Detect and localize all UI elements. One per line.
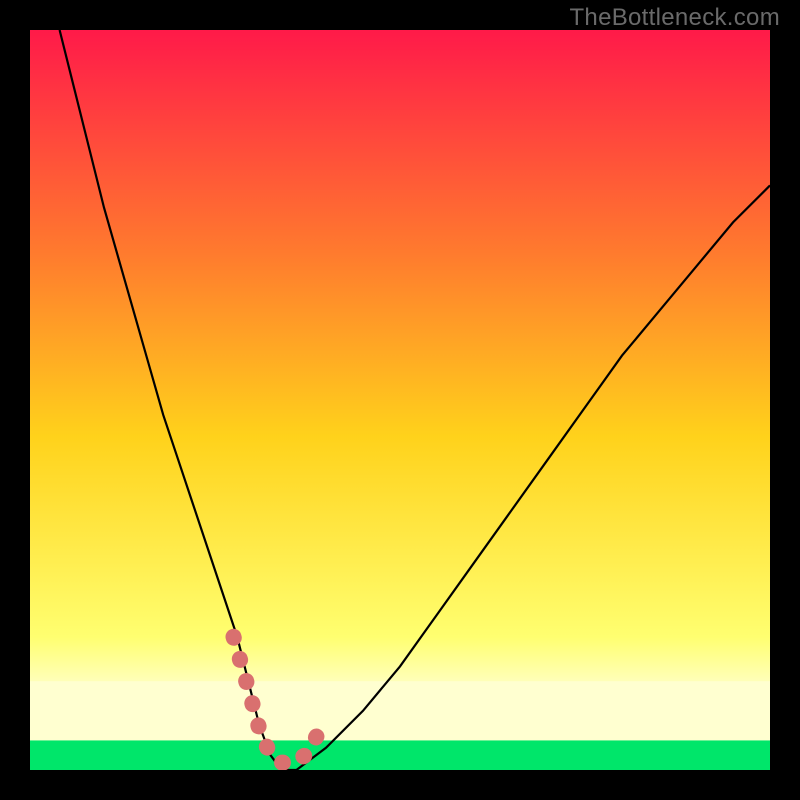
gradient-background [30, 30, 770, 770]
band [30, 681, 770, 740]
bottleneck-chart [30, 30, 770, 770]
watermark-text: TheBottleneck.com [569, 4, 780, 32]
band [30, 740, 770, 770]
chart-frame: TheBottleneck.com [0, 0, 800, 800]
bands [30, 681, 770, 770]
